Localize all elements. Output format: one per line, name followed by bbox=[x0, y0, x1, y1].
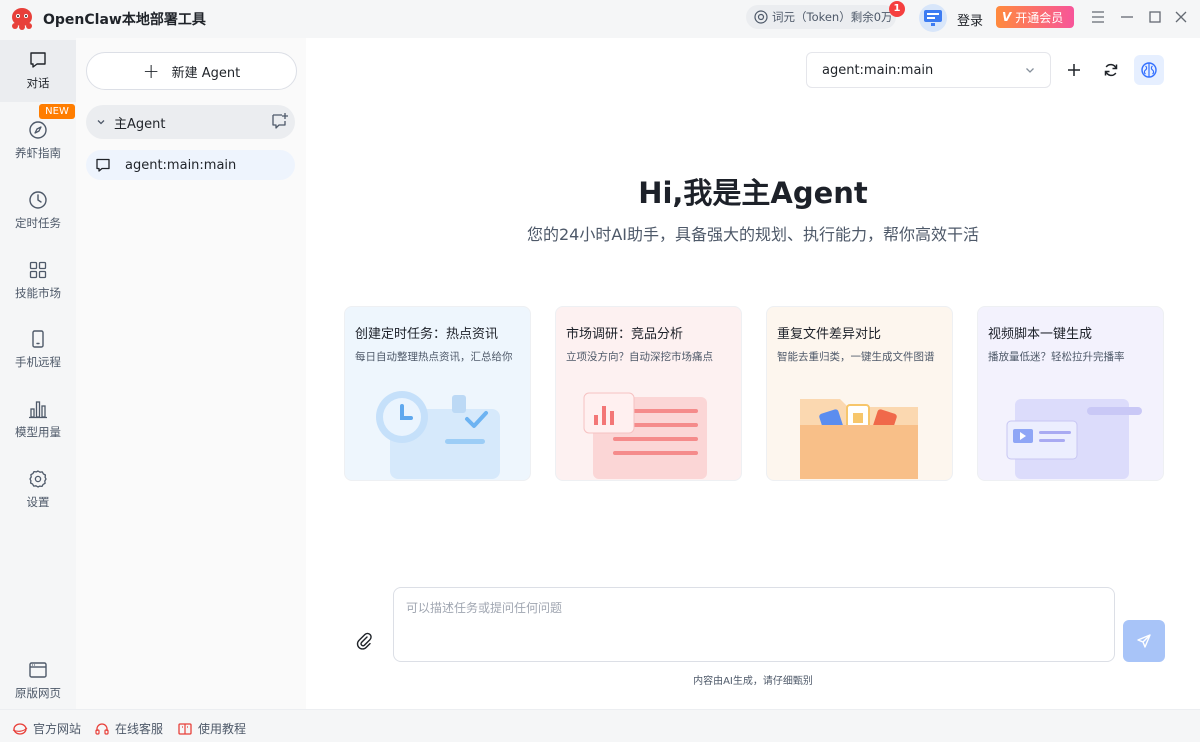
minimize-icon[interactable] bbox=[1118, 8, 1136, 26]
ai-disclaimer: 内容由AI生成，请仔细甄别 bbox=[693, 676, 813, 687]
footer-bar: 官方网站 在线客服 使用教程 bbox=[0, 709, 1200, 742]
vip-label: 开通会员 bbox=[1015, 10, 1064, 25]
attachment-icon[interactable] bbox=[356, 632, 372, 650]
suggestion-card-file-diff[interactable]: 重复文件差异对比 智能去重归类，一键生成文件图谱 bbox=[766, 306, 953, 481]
vip-icon: V bbox=[1002, 10, 1012, 24]
rail-item-label: 养虾指南 bbox=[15, 146, 61, 160]
suggestion-card-video-script[interactable]: 视频脚本一键生成 播放量低迷？轻松拉升完播率 bbox=[977, 306, 1164, 481]
agent-select-dropdown[interactable]: agent:main:main bbox=[806, 52, 1051, 88]
report-card-illustration bbox=[583, 392, 707, 479]
rail-item-guide[interactable]: 养虾指南 bbox=[0, 110, 76, 172]
rail-item-label: 模型用量 bbox=[15, 425, 61, 439]
app-title: OpenClaw本地部署工具 bbox=[43, 12, 206, 28]
chevron-down-icon bbox=[1026, 68, 1034, 73]
clock-icon bbox=[29, 191, 47, 209]
menu-icon[interactable] bbox=[1089, 8, 1107, 26]
bar-chart-icon bbox=[29, 401, 47, 419]
rail-item-phone-remote[interactable]: 手机远程 bbox=[0, 319, 76, 381]
rail-item-original-web[interactable]: 原版网页 bbox=[0, 650, 76, 712]
card-title: 市场调研：竞品分析 bbox=[566, 327, 684, 342]
footer-link-label: 官方网站 bbox=[33, 722, 82, 736]
card-desc: 每日自动整理热点资讯，汇总给你 bbox=[355, 351, 513, 363]
rail-item-model-usage[interactable]: 模型用量 bbox=[0, 389, 76, 451]
rail-item-label: 技能市场 bbox=[15, 286, 61, 300]
token-balance-label: 词元（Token）剩余0万 bbox=[772, 10, 893, 24]
monitor-avatar-icon bbox=[924, 10, 942, 26]
footer-link-tutorial[interactable]: 使用教程 bbox=[177, 720, 246, 737]
chevron-down-icon bbox=[97, 120, 105, 125]
session-label: agent:main:main bbox=[125, 157, 237, 173]
app-logo-icon bbox=[12, 8, 32, 30]
rail-item-chat[interactable]: 对话 bbox=[0, 40, 76, 102]
refresh-icon[interactable] bbox=[1099, 58, 1123, 82]
maximize-icon[interactable] bbox=[1146, 8, 1164, 26]
session-item[interactable]: agent:main:main bbox=[86, 150, 295, 180]
card-desc: 智能去重归类，一键生成文件图谱 bbox=[777, 351, 935, 363]
brain-icon[interactable] bbox=[1134, 55, 1164, 85]
card-title: 重复文件差异对比 bbox=[777, 327, 882, 342]
card-title: 视频脚本一键生成 bbox=[988, 327, 1093, 342]
card-desc: 立项没方向？自动深挖市场痛点 bbox=[566, 351, 713, 363]
coin-icon bbox=[754, 10, 768, 24]
chat-icon bbox=[30, 52, 46, 68]
hero-title: Hi,我是主Agent bbox=[638, 176, 868, 210]
browser-icon bbox=[29, 662, 47, 678]
chat-input[interactable] bbox=[394, 588, 1114, 661]
footer-link-official-site[interactable]: 官方网站 bbox=[12, 720, 81, 737]
gear-icon bbox=[29, 470, 47, 488]
folder-card-illustration bbox=[800, 399, 918, 479]
globe-icon bbox=[12, 722, 28, 735]
book-icon bbox=[178, 722, 192, 735]
rail-item-label: 手机远程 bbox=[15, 355, 61, 369]
close-icon[interactable] bbox=[1172, 8, 1190, 26]
avatar[interactable] bbox=[919, 4, 947, 32]
agent-sidebar: + 新建 Agent 主Agent agent:main:main bbox=[76, 38, 306, 709]
grid-icon bbox=[29, 261, 47, 279]
agent-group-label: 主Agent bbox=[114, 116, 166, 132]
chat-input-box bbox=[393, 587, 1115, 662]
clock-card-illustration bbox=[376, 391, 500, 479]
card-desc: 播放量低迷？轻松拉升完播率 bbox=[988, 351, 1125, 363]
notification-badge: 1 bbox=[889, 1, 905, 17]
login-link[interactable]: 登录 bbox=[957, 10, 983, 29]
plus-icon: + bbox=[142, 59, 160, 83]
agent-select-value: agent:main:main bbox=[822, 62, 934, 78]
phone-icon bbox=[32, 330, 44, 348]
token-balance-pill[interactable]: 词元（Token）剩余0万 bbox=[746, 5, 896, 29]
send-icon bbox=[1137, 634, 1151, 648]
left-rail: 对话 NEW 养虾指南 定时任务 技能市场 手机远程 模型用量 设置 原版网页 bbox=[0, 38, 76, 709]
send-button[interactable] bbox=[1123, 620, 1165, 662]
new-agent-label: 新建 Agent bbox=[171, 65, 241, 81]
rail-item-label: 对话 bbox=[26, 76, 50, 90]
title-bar: OpenClaw本地部署工具 词元（Token）剩余0万 1 登录 V 开通会员 bbox=[0, 0, 1200, 38]
agent-group-main[interactable]: 主Agent bbox=[86, 105, 295, 139]
rail-item-label: 原版网页 bbox=[15, 686, 61, 700]
rail-item-label: 定时任务 bbox=[15, 216, 61, 230]
video-card-illustration bbox=[1006, 399, 1142, 479]
add-icon[interactable] bbox=[1062, 58, 1086, 82]
hero-subtitle: 您的24小时AI助手，具备强大的规划、执行能力，帮你高效干活 bbox=[526, 225, 980, 244]
headset-icon bbox=[95, 722, 109, 735]
footer-link-label: 在线客服 bbox=[115, 722, 164, 736]
chat-icon bbox=[96, 158, 110, 172]
main-panel: agent:main:main Hi,我是主Agent 您的24小时AI助手，具… bbox=[306, 38, 1200, 709]
add-chat-icon[interactable] bbox=[271, 112, 289, 130]
suggestion-card-scheduled-task[interactable]: 创建定时任务：热点资讯 每日自动整理热点资讯，汇总给你 bbox=[344, 306, 531, 481]
rail-item-skill-market[interactable]: 技能市场 bbox=[0, 250, 76, 312]
rail-item-scheduled-tasks[interactable]: 定时任务 bbox=[0, 180, 76, 242]
new-agent-button[interactable]: + 新建 Agent bbox=[86, 52, 297, 90]
rail-item-settings[interactable]: 设置 bbox=[0, 459, 76, 521]
footer-link-label: 使用教程 bbox=[198, 722, 247, 736]
footer-link-customer-service[interactable]: 在线客服 bbox=[94, 720, 163, 737]
vip-button[interactable]: V 开通会员 bbox=[996, 6, 1074, 28]
compass-icon bbox=[29, 121, 47, 139]
card-title: 创建定时任务：热点资讯 bbox=[355, 327, 499, 342]
rail-item-label: 设置 bbox=[26, 495, 50, 509]
suggestion-card-market-research[interactable]: 市场调研：竞品分析 立项没方向？自动深挖市场痛点 bbox=[555, 306, 742, 481]
